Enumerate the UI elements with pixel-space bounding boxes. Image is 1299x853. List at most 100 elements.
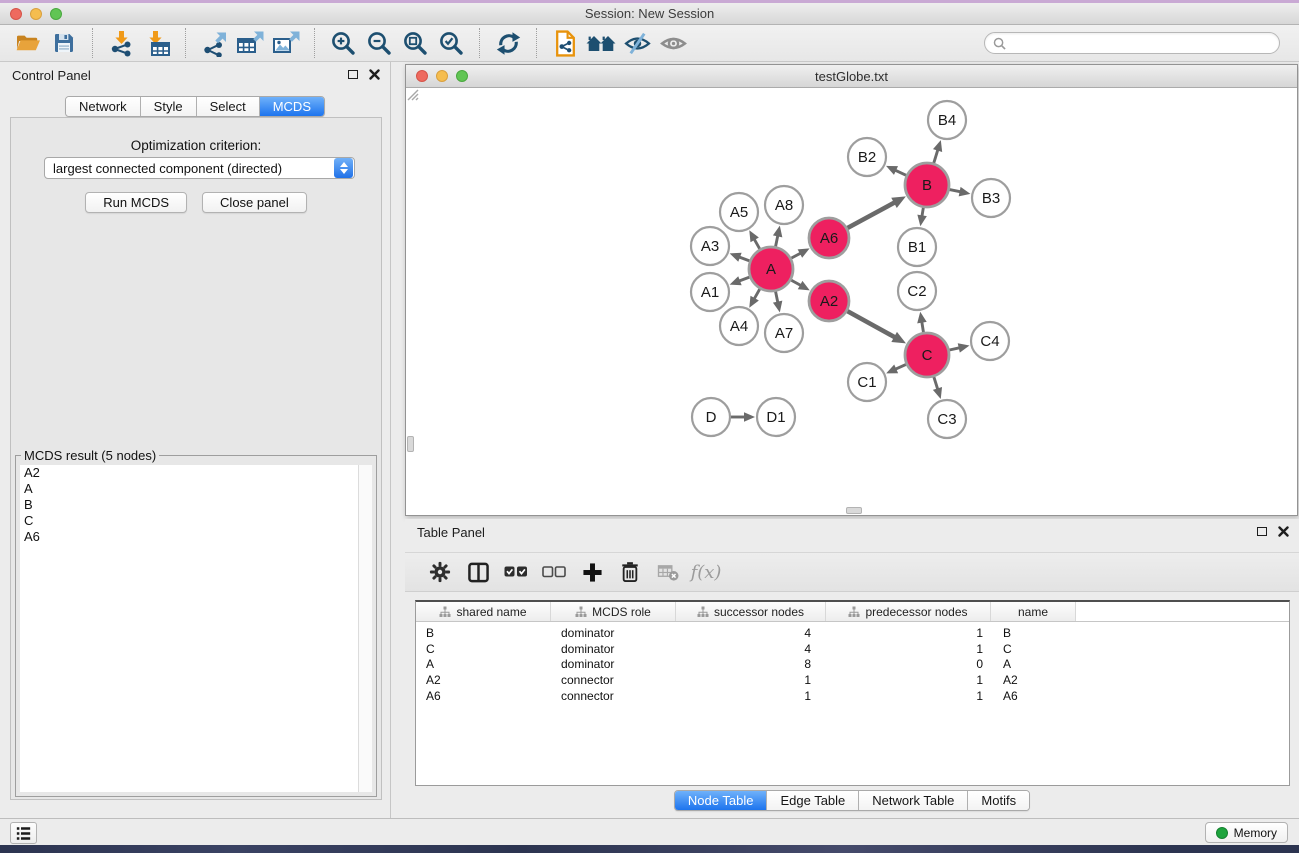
graph-node-C1[interactable]: C1: [848, 363, 886, 401]
close-window-button[interactable]: [10, 8, 22, 20]
graph-edge-B-B4[interactable]: [933, 140, 942, 163]
graph-node-C3[interactable]: C3: [928, 400, 966, 438]
tab-network-table[interactable]: Network Table: [859, 791, 968, 810]
column-panel-button[interactable]: [461, 556, 495, 588]
search-box[interactable]: [984, 32, 1280, 54]
close-panel-icon[interactable]: [369, 69, 380, 80]
zoom-fit-button[interactable]: [397, 28, 433, 59]
column-header-shared-name[interactable]: shared name: [416, 602, 551, 621]
graph-edge-A-A5[interactable]: [749, 230, 759, 249]
graph-node-B4[interactable]: B4: [928, 101, 966, 139]
graph-node-B1[interactable]: B1: [898, 228, 936, 266]
table-row[interactable]: A6connector11A6: [416, 688, 1289, 704]
graph-node-A1[interactable]: A1: [691, 273, 729, 311]
float-table-panel-icon[interactable]: [1257, 527, 1267, 536]
graph-node-B2[interactable]: B2: [848, 138, 886, 176]
network-minimize-button[interactable]: [436, 70, 448, 82]
tab-node-table[interactable]: Node Table: [675, 791, 768, 810]
table-row[interactable]: A2connector11A2: [416, 672, 1289, 688]
tab-mcds[interactable]: MCDS: [260, 97, 324, 116]
cell-predecessor-nodes[interactable]: 1: [826, 642, 991, 656]
task-history-button[interactable]: [10, 822, 37, 844]
import-network-button[interactable]: [103, 28, 139, 59]
mcds-result-item[interactable]: C: [20, 513, 358, 529]
open-file-button[interactable]: [10, 28, 46, 59]
column-header-MCDS-role[interactable]: MCDS role: [551, 602, 676, 621]
export-image-button[interactable]: [268, 28, 304, 59]
cell-name[interactable]: A2: [991, 673, 1076, 687]
tab-network[interactable]: Network: [66, 97, 141, 116]
graph-node-D[interactable]: D: [692, 398, 730, 436]
cell-name[interactable]: A: [991, 657, 1076, 671]
zoom-in-button[interactable]: [325, 28, 361, 59]
mcds-result-item[interactable]: A6: [20, 529, 358, 545]
tab-motifs[interactable]: Motifs: [968, 791, 1029, 810]
graph-edge-A-A8[interactable]: [773, 226, 782, 247]
export-network-button[interactable]: [196, 28, 232, 59]
cell-shared-name[interactable]: C: [416, 642, 551, 656]
cell-shared-name[interactable]: A: [416, 657, 551, 671]
main-titlebar[interactable]: Session: New Session: [0, 3, 1299, 25]
zoom-out-button[interactable]: [361, 28, 397, 59]
close-panel-button[interactable]: Close panel: [202, 192, 307, 213]
function-builder-button[interactable]: f(x): [689, 556, 723, 588]
cell-predecessor-nodes[interactable]: 1: [826, 673, 991, 687]
graph-edge-B-B2[interactable]: [886, 166, 906, 175]
graph-node-A[interactable]: A: [749, 247, 793, 291]
vertical-scrollbar-thumb[interactable]: [407, 436, 414, 452]
graph-edge-A-A2[interactable]: [791, 280, 810, 290]
export-table-button[interactable]: [232, 28, 268, 59]
home-view-button[interactable]: [583, 28, 619, 59]
graph-edge-C-C3[interactable]: [933, 377, 942, 399]
create-column-button[interactable]: [575, 556, 609, 588]
network-close-button[interactable]: [416, 70, 428, 82]
float-panel-icon[interactable]: [348, 70, 358, 79]
cell-successor-nodes[interactable]: 1: [676, 689, 826, 703]
cell-MCDS-role[interactable]: connector: [551, 673, 676, 687]
memory-button[interactable]: Memory: [1205, 822, 1288, 843]
graph-node-C4[interactable]: C4: [971, 322, 1009, 360]
cell-predecessor-nodes[interactable]: 1: [826, 689, 991, 703]
cell-MCDS-role[interactable]: dominator: [551, 642, 676, 656]
cell-successor-nodes[interactable]: 4: [676, 642, 826, 656]
graph-edge-D-D1[interactable]: [731, 412, 755, 422]
zoom-selected-button[interactable]: [433, 28, 469, 59]
show-all-button[interactable]: [655, 28, 691, 59]
network-canvas[interactable]: B4B2BB3A5A8A6B1A3AA1C2A2A4A7C4CC1C3DD1: [406, 88, 1297, 515]
cell-shared-name[interactable]: B: [416, 626, 551, 640]
delete-table-button[interactable]: [651, 556, 685, 588]
network-window-titlebar[interactable]: testGlobe.txt: [406, 65, 1297, 88]
graph-node-C[interactable]: C: [905, 333, 949, 377]
graph-edge-A-A6[interactable]: [791, 248, 809, 258]
cell-name[interactable]: B: [991, 626, 1076, 640]
mcds-result-item[interactable]: B: [20, 497, 358, 513]
close-table-panel-icon[interactable]: [1278, 526, 1289, 537]
graph-edge-A-A3[interactable]: [730, 253, 750, 262]
graph-node-B3[interactable]: B3: [972, 179, 1010, 217]
zoom-window-button[interactable]: [50, 8, 62, 20]
graph-edge-C-C2[interactable]: [917, 312, 926, 333]
graph-edge-C-C4[interactable]: [949, 343, 969, 352]
cell-successor-nodes[interactable]: 1: [676, 673, 826, 687]
table-settings-button[interactable]: [423, 556, 457, 588]
criterion-dropdown[interactable]: largest connected component (directed): [44, 157, 355, 179]
graph-node-A3[interactable]: A3: [691, 227, 729, 265]
graph-edge-A-A1[interactable]: [730, 276, 750, 285]
graph-node-A7[interactable]: A7: [765, 314, 803, 352]
network-zoom-button[interactable]: [456, 70, 468, 82]
horizontal-scrollbar-thumb[interactable]: [846, 507, 862, 514]
table-row[interactable]: Bdominator41B: [416, 625, 1289, 641]
graph-edge-A2-C[interactable]: [847, 311, 906, 343]
deselect-all-columns-button[interactable]: [537, 556, 571, 588]
select-all-columns-button[interactable]: [499, 556, 533, 588]
mcds-result-item[interactable]: A: [20, 481, 358, 497]
delete-column-button[interactable]: [613, 556, 647, 588]
cell-name[interactable]: C: [991, 642, 1076, 656]
graph-node-A5[interactable]: A5: [720, 193, 758, 231]
graph-node-A4[interactable]: A4: [720, 307, 758, 345]
graph-edge-A-A7[interactable]: [773, 292, 782, 313]
graph-edge-B-B1[interactable]: [917, 208, 926, 227]
hide-selection-button[interactable]: [619, 28, 655, 59]
mcds-result-item[interactable]: A2: [20, 465, 358, 481]
cell-successor-nodes[interactable]: 8: [676, 657, 826, 671]
